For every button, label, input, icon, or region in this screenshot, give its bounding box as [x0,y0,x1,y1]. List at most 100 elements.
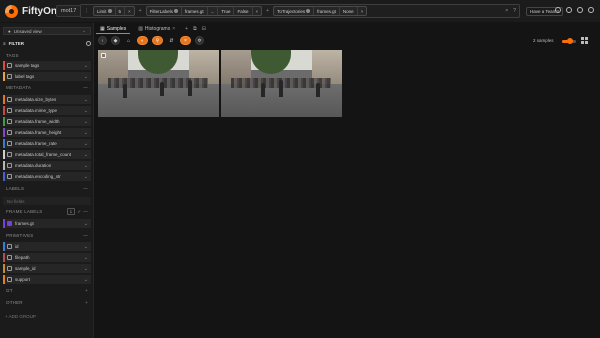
checkbox[interactable] [7,255,12,260]
close-icon[interactable]: × [172,26,175,32]
chevron-down-icon[interactable]: ⌄ [84,174,88,180]
chevron-down-icon[interactable]: ⌄ [84,255,88,261]
close-icon[interactable]: × [180,36,191,45]
collapse-icon[interactable]: — [83,186,88,191]
options-icon[interactable]: ◐ [137,36,148,45]
add-panel-icon[interactable]: + [185,26,188,32]
stage-remove-icon[interactable]: × [358,7,367,15]
dataset-selector[interactable]: mot17 [56,5,82,17]
chevron-down-icon[interactable]: ⌄ [84,266,88,272]
expand-icon[interactable]: + [85,300,88,305]
view-bar[interactable]: ⋮ Limit 5 × + FilterLabels frames.gt ...… [80,4,520,18]
section-tags[interactable]: TAGS [3,52,91,59]
checkbox[interactable] [7,244,12,249]
collapse-icon[interactable]: — [83,209,88,214]
checkbox[interactable] [7,119,12,124]
checkbox[interactable] [7,141,12,146]
stage-field[interactable]: frames.gt [314,7,340,15]
sample-select-checkbox[interactable] [101,53,106,58]
sidebar-item-metadata[interactable]: metadata.total_frame_count ⌄ [3,150,91,159]
chevron-down-icon[interactable]: ⌄ [84,141,88,147]
section-metadata[interactable]: METADATA — [3,84,91,91]
sort-icon[interactable]: ⇵ [167,36,176,45]
chevron-down-icon[interactable]: ⌄ [84,108,88,114]
help-icon[interactable]: ? [513,8,516,14]
checkbox[interactable] [7,266,12,271]
chevron-down-icon[interactable]: ⌄ [84,119,88,125]
view-stage-totrajectories[interactable]: ToTrajectories frames.gt None × [273,6,368,16]
github-icon[interactable] [577,7,583,13]
section-primitives[interactable]: PRIMITIVES — [3,232,91,239]
sidebar-item-metadata[interactable]: metadata.duration ⌄ [3,161,91,170]
view-bar-menu-icon[interactable]: ⋮ [84,8,89,14]
stage-remove-icon[interactable]: × [253,7,262,15]
check-icon[interactable]: ✓ [77,209,81,215]
settings-icon[interactable] [566,7,572,13]
sample-tile[interactable] [221,50,342,117]
sidebar-item-filepath[interactable]: filepath ⌄ [3,253,91,262]
stage-only-matches[interactable]: True [218,7,235,15]
docs-icon[interactable] [588,7,594,13]
checkbox[interactable] [7,152,12,157]
chevron-down-icon[interactable]: ⌄ [84,63,88,69]
view-stage-filterlabels[interactable]: FilterLabels frames.gt ... True False × [145,6,263,16]
add-group-button[interactable]: + ADD GROUP [5,314,36,319]
sidebar-item-frames-gt[interactable]: frames.gt ⌄ [3,219,91,228]
section-gt[interactable]: GT + [3,287,91,294]
chevron-down-icon[interactable]: ⌄ [84,74,88,80]
chevron-down-icon[interactable]: ⌄ [84,97,88,103]
chevron-down-icon[interactable]: ⌄ [84,130,88,136]
expand-icon[interactable]: + [85,288,88,293]
layout-icon[interactable]: ⊟ [202,26,206,32]
zoom-slider-handle[interactable] [567,38,574,44]
sample-tile[interactable] [98,50,219,117]
sidebar-item-sample-tags[interactable]: sample tags ⌄ [3,61,91,70]
checkbox[interactable] [7,277,12,282]
sidebar-item-support[interactable]: support ⌄ [3,275,91,284]
checkbox[interactable] [7,108,12,113]
section-frame-labels[interactable]: FRAME LABELS 1 ✓ — [3,208,91,215]
collapse-icon[interactable]: — [83,85,88,90]
stage-config[interactable]: None [340,7,358,15]
section-labels[interactable]: LABELS — [3,185,91,192]
sidebar-item-metadata[interactable]: metadata.size_bytes ⌄ [3,95,91,104]
stage-filter[interactable]: ... [208,7,219,15]
sidebar-item-metadata[interactable]: metadata.encoding_str ⌄ [3,172,91,181]
collapse-icon[interactable]: — [83,233,88,238]
stage-remove-icon[interactable]: × [125,7,134,15]
menu-icon[interactable]: ≡ [3,41,6,46]
stage-add-icon[interactable]: + [139,8,142,14]
chevron-down-icon[interactable]: ⌄ [84,277,88,283]
tab-histograms[interactable]: ▥ Histograms × [134,25,179,33]
saved-view-select[interactable]: ● Unsaved view ⌄ [3,27,91,35]
chevron-down-icon[interactable]: ⌄ [84,221,88,227]
clear-view-icon[interactable]: × [505,8,508,14]
stage-value[interactable]: 5 [116,7,126,15]
stage-field[interactable]: frames.gt [182,7,208,15]
chevron-down-icon[interactable]: ⌄ [84,152,88,158]
stage-add-icon[interactable]: + [266,8,269,14]
sidebar-item-label-tags[interactable]: label tags ⌄ [3,72,91,81]
checkbox[interactable] [7,130,12,135]
sidebar-item-metadata[interactable]: metadata.frame_rate ⌄ [3,139,91,148]
patches-icon[interactable]: ◆ [111,36,120,45]
checkbox[interactable] [7,174,12,179]
sidebar-item-metadata[interactable]: metadata.mime_type ⌄ [3,106,91,115]
stage-trajectories[interactable]: False [234,7,253,15]
gear-icon[interactable] [86,41,91,46]
chevron-down-icon[interactable]: ⌄ [84,244,88,250]
checkbox[interactable] [7,63,12,68]
theme-icon[interactable] [555,7,561,13]
split-icon[interactable]: ⧉ [193,26,197,32]
chevron-down-icon[interactable]: ⌄ [84,163,88,169]
sidebar-item-sample-id[interactable]: sample_id ⌄ [3,264,91,273]
tag-icon[interactable]: ⌂ [124,36,133,45]
tab-samples[interactable]: ▦ Samples [96,25,131,34]
sidebar-item-metadata[interactable]: metadata.frame_width ⌄ [3,117,91,126]
search-icon[interactable]: ⚲ [152,36,163,45]
section-other[interactable]: OTHER + [3,299,91,306]
checkbox[interactable] [7,97,12,102]
sidebar-item-metadata[interactable]: metadata.frame_height ⌄ [3,128,91,137]
frame-labels-badge[interactable]: 1 ✓ — [66,208,88,215]
grid-view-icon[interactable] [581,37,588,44]
